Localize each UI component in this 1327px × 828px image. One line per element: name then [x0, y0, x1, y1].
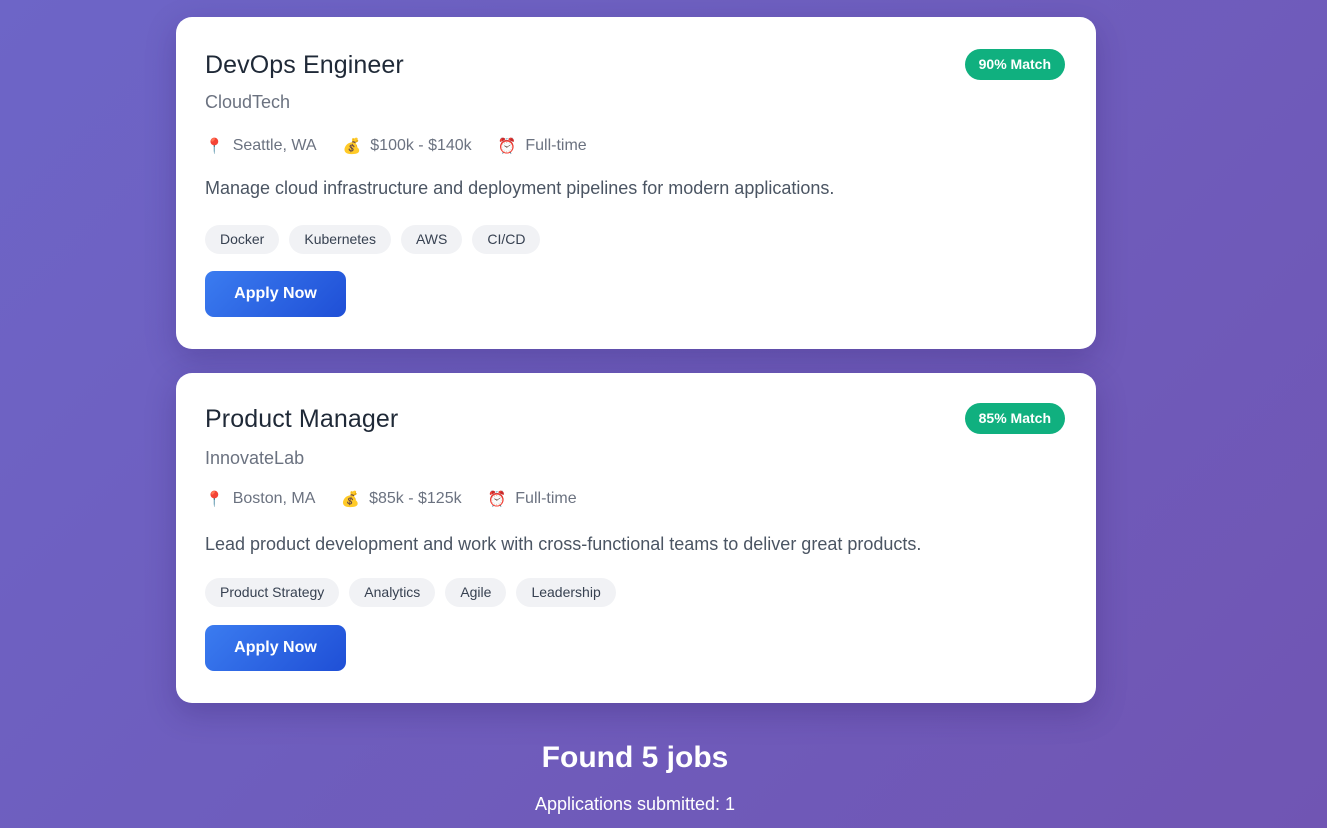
skill-tag: Kubernetes [289, 225, 391, 254]
job-type-text: Full-time [525, 137, 587, 154]
skill-tags: Docker Kubernetes AWS CI/CD [205, 225, 550, 254]
apply-now-button[interactable]: Apply Now [205, 271, 346, 317]
apply-now-button[interactable]: Apply Now [205, 625, 346, 671]
skill-tag: CI/CD [472, 225, 541, 254]
location-meta: 📍 Seattle, WA [205, 137, 317, 155]
job-card: Product Manager InnovateLab 85% Match 📍 … [176, 373, 1096, 703]
job-title: Product Manager [205, 405, 399, 433]
salary-meta: 💰 $85k - $125k [341, 490, 461, 508]
applications-submitted: Applications submitted: 1 [534, 794, 736, 814]
pin-icon: 📍 [205, 138, 224, 155]
company-name: InnovateLab [205, 448, 305, 468]
jobs-found-count: Found 5 jobs [541, 741, 729, 774]
job-type-text: Full-time [515, 490, 577, 507]
location-meta: 📍 Boston, MA [205, 490, 315, 508]
skill-tag: AWS [400, 225, 463, 254]
job-description: Lead product development and work with c… [205, 534, 922, 554]
alarm-clock-icon: ⏰ [497, 138, 517, 155]
skill-tags: Product Strategy Analytics Agile Leaders… [205, 578, 626, 607]
job-type-meta: ⏰ Full-time [488, 490, 577, 508]
salary-text: $100k - $140k [370, 137, 472, 154]
job-meta: 📍 Boston, MA 💰 $85k - $125k ⏰ Full-time [205, 490, 603, 508]
skill-tag: Docker [205, 225, 280, 254]
skill-tag: Analytics [349, 578, 436, 607]
job-type-meta: ⏰ Full-time [498, 137, 587, 155]
skill-tag: Agile [445, 578, 507, 607]
job-meta: 📍 Seattle, WA 💰 $100k - $140k ⏰ Full-tim… [205, 137, 613, 155]
job-card: DevOps Engineer CloudTech 90% Match 📍 Se… [176, 17, 1096, 349]
match-badge: 85% Match [964, 403, 1065, 434]
pin-icon: 📍 [205, 491, 224, 508]
company-name: CloudTech [205, 92, 291, 112]
match-badge: 90% Match [964, 49, 1065, 80]
money-bag-icon: 💰 [341, 491, 361, 508]
salary-meta: 💰 $100k - $140k [343, 137, 472, 155]
money-bag-icon: 💰 [342, 138, 362, 155]
salary-text: $85k - $125k [369, 490, 462, 507]
job-title: DevOps Engineer [205, 51, 404, 79]
skill-tag: Leadership [516, 578, 616, 607]
skill-tag: Product Strategy [205, 578, 340, 607]
location-text: Seattle, WA [232, 137, 317, 154]
job-description: Manage cloud infrastructure and deployme… [205, 178, 835, 198]
alarm-clock-icon: ⏰ [487, 491, 507, 508]
location-text: Boston, MA [232, 490, 316, 507]
